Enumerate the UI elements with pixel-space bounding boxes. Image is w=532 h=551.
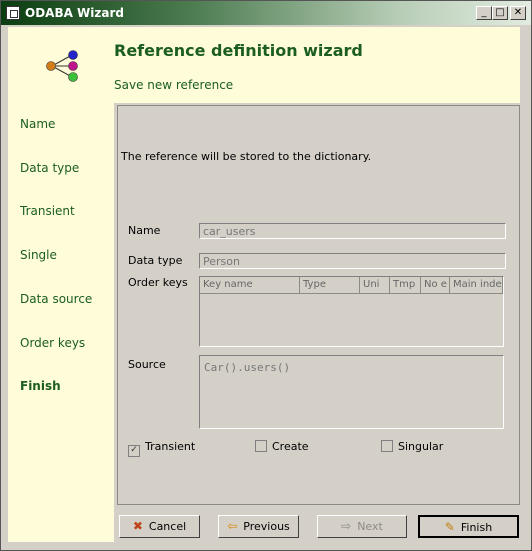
next-button[interactable]: ⇨ Next bbox=[317, 515, 407, 538]
wizard-header: Reference definition wizard Save new ref… bbox=[114, 27, 520, 103]
step-order-keys: Order keys bbox=[20, 336, 86, 350]
checkmark-icon: ✎ bbox=[444, 520, 455, 534]
page-title: Reference definition wizard bbox=[114, 41, 363, 60]
cancel-x-icon: ✖ bbox=[132, 519, 143, 533]
app-icon bbox=[6, 6, 20, 20]
order-keys-table[interactable]: Key name Type Uni Tmp No e Main inde: bbox=[199, 276, 504, 347]
create-checkbox[interactable]: Create bbox=[255, 440, 309, 453]
arrow-left-icon: ⇦ bbox=[227, 519, 238, 533]
graph-nodes-icon bbox=[46, 50, 78, 82]
cancel-label: Cancel bbox=[148, 520, 187, 533]
cancel-button[interactable]: ✖ Cancel bbox=[119, 515, 200, 538]
step-transient: Transient bbox=[20, 204, 75, 218]
finish-button[interactable]: ✎ Finish bbox=[418, 515, 519, 538]
summary-panel: The reference will be stored to the dict… bbox=[117, 105, 520, 505]
table-header: Key name Type Uni Tmp No e Main inde: bbox=[200, 277, 503, 294]
page-subtitle: Save new reference bbox=[114, 78, 234, 92]
name-field[interactable]: car_users bbox=[199, 223, 506, 239]
step-sidebar: Name Data type Transient Single Data sou… bbox=[8, 27, 114, 542]
column-header-main-index[interactable]: Main inde: bbox=[450, 277, 503, 294]
step-data-type: Data type bbox=[20, 161, 80, 175]
create-label: Create bbox=[272, 440, 309, 453]
column-header-key-name[interactable]: Key name bbox=[200, 277, 300, 294]
next-label: Next bbox=[357, 520, 383, 533]
title-bar[interactable]: ODABA Wizard _ □ ✕ bbox=[1, 1, 531, 25]
arrow-right-icon: ⇨ bbox=[341, 519, 352, 533]
column-header-no-e[interactable]: No e bbox=[421, 277, 450, 294]
checkbox-checked-icon: ✓ bbox=[128, 445, 140, 457]
step-data-source: Data source bbox=[20, 292, 93, 306]
step-single: Single bbox=[20, 248, 57, 262]
step-finish: Finish bbox=[20, 379, 61, 393]
checkbox-unchecked-icon bbox=[255, 440, 267, 452]
step-name: Name bbox=[20, 117, 56, 131]
maximize-button[interactable]: □ bbox=[492, 6, 508, 20]
source-textarea[interactable]: Car().users() bbox=[199, 355, 504, 429]
finish-label: Finish bbox=[460, 521, 493, 534]
data-type-field[interactable]: Person bbox=[199, 253, 506, 269]
column-header-tmp[interactable]: Tmp bbox=[390, 277, 421, 294]
transient-checkbox[interactable]: ✓ Transient bbox=[128, 440, 195, 457]
singular-checkbox[interactable]: Singular bbox=[381, 440, 443, 453]
transient-label: Transient bbox=[145, 440, 196, 453]
window-title: ODABA Wizard bbox=[25, 6, 124, 20]
column-header-type[interactable]: Type bbox=[300, 277, 360, 294]
data-type-label: Data type bbox=[128, 254, 183, 267]
order-keys-label: Order keys bbox=[128, 276, 188, 289]
source-label: Source bbox=[128, 358, 166, 371]
name-label: Name bbox=[128, 224, 161, 237]
singular-label: Singular bbox=[398, 440, 444, 453]
close-button[interactable]: ✕ bbox=[510, 6, 526, 20]
minimize-button[interactable]: _ bbox=[476, 6, 492, 20]
info-text: The reference will be stored to the dict… bbox=[121, 150, 372, 163]
column-header-uni[interactable]: Uni bbox=[360, 277, 390, 294]
previous-button[interactable]: ⇦ Previous bbox=[218, 515, 299, 538]
checkbox-unchecked-icon bbox=[381, 440, 393, 452]
previous-label: Previous bbox=[243, 520, 290, 533]
